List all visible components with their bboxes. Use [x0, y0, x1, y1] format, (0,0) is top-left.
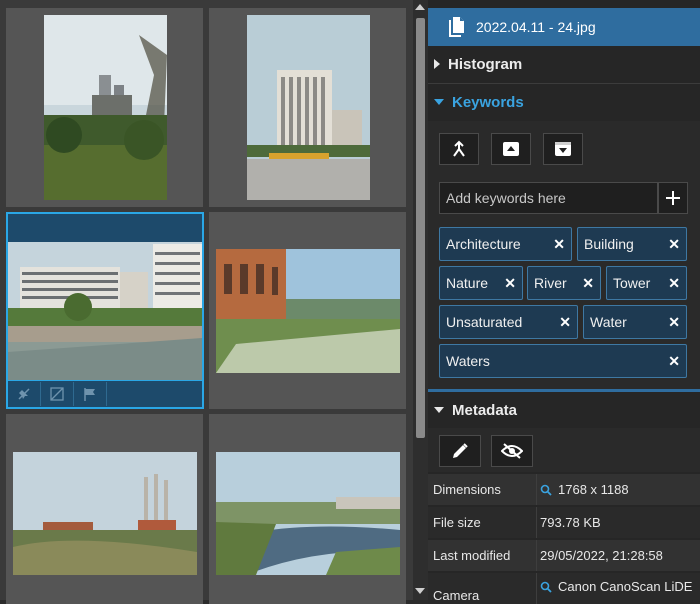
tag-label: Water — [590, 314, 627, 330]
thumbnail-image — [247, 15, 370, 200]
remove-tag-icon[interactable]: ✕ — [504, 275, 516, 292]
remove-tag-icon[interactable]: ✕ — [668, 236, 680, 253]
metadata-key: Last modified — [433, 548, 511, 563]
metadata-value: 29/05/2022, 21:28:58 — [540, 548, 663, 563]
keyword-tag[interactable]: Tower ✕ — [606, 266, 687, 300]
metadata-value: 1768 x 1188 — [558, 482, 629, 497]
caret-down-icon — [434, 99, 444, 105]
add-keyword-button[interactable] — [658, 182, 688, 214]
tag-label: Tower — [613, 275, 651, 291]
remove-tag-icon[interactable]: ✕ — [553, 236, 565, 253]
flag-icon — [84, 388, 95, 401]
thumbnail-tile[interactable] — [6, 414, 203, 604]
keyword-tag[interactable]: Water ✕ — [583, 305, 687, 339]
column-separator — [536, 474, 537, 505]
keyword-input[interactable] — [439, 182, 658, 214]
scroll-up-icon[interactable] — [415, 4, 425, 10]
column-separator — [536, 540, 537, 571]
thumbnail-tile[interactable] — [209, 414, 406, 604]
search-icon[interactable] — [540, 581, 552, 593]
edit-metadata-button[interactable] — [439, 435, 481, 467]
metadata-row: Dimensions 1768 x 1188 — [428, 474, 700, 505]
thumbnail-tile-selected[interactable] — [6, 212, 204, 409]
keyword-tag[interactable]: Unsaturated ✕ — [439, 305, 578, 339]
tag-label: Waters — [446, 353, 490, 369]
caret-right-icon — [434, 59, 440, 69]
thumbnail-image — [216, 249, 400, 373]
tag-label: Building — [584, 236, 634, 252]
thumbnail-image — [44, 15, 167, 200]
thumbnail-toolbar — [8, 380, 202, 407]
file-header: 2022.04.11 - 24.jpg — [428, 8, 700, 46]
upload-keywords-button[interactable] — [491, 133, 531, 165]
download-box-icon — [555, 142, 571, 156]
metadata-value: 793.78 KB — [540, 515, 601, 530]
section-keywords[interactable]: Keywords — [428, 84, 700, 120]
tag-label: River — [534, 275, 567, 291]
file-name: 2022.04.11 - 24.jpg — [476, 19, 596, 35]
section-label: Metadata — [452, 401, 518, 419]
merge-keywords-button[interactable] — [439, 133, 479, 165]
color-label-button[interactable] — [41, 382, 74, 406]
unpin-button[interactable] — [8, 382, 41, 406]
no-color-icon — [50, 387, 64, 401]
metadata-row: Camera Canon CanoScan LiDE — [428, 573, 700, 604]
metadata-value-cell: 793.78 KB — [536, 515, 700, 530]
metadata-value: Canon CanoScan LiDE — [558, 579, 693, 594]
thumbnail-image — [13, 452, 197, 575]
section-metadata[interactable]: Metadata — [428, 392, 700, 428]
keyword-tag[interactable]: Nature ✕ — [439, 266, 523, 300]
section-histogram[interactable]: Histogram — [428, 46, 700, 82]
plus-icon — [666, 191, 680, 205]
upload-box-icon — [503, 142, 519, 156]
section-label: Keywords — [452, 93, 524, 111]
merge-icon — [453, 140, 465, 157]
keyword-tag[interactable]: Architecture ✕ — [439, 227, 572, 261]
column-separator — [536, 573, 537, 604]
keyword-tag[interactable]: Building ✕ — [577, 227, 687, 261]
metadata-value-cell: Canon CanoScan LiDE — [536, 573, 700, 594]
thumbnail-image — [216, 452, 400, 575]
flag-button[interactable] — [74, 382, 107, 406]
remove-tag-icon[interactable]: ✕ — [668, 275, 680, 292]
pin-off-icon — [18, 388, 30, 400]
tag-label: Nature — [446, 275, 489, 291]
keyword-tag[interactable]: Waters ✕ — [439, 344, 687, 378]
scrollbar-thumb[interactable] — [416, 18, 425, 438]
thumbnail-image — [8, 242, 202, 382]
remove-tag-icon[interactable]: ✕ — [668, 314, 680, 331]
column-separator — [536, 507, 537, 538]
remove-tag-icon[interactable]: ✕ — [559, 314, 571, 331]
metadata-row: File size 793.78 KB — [428, 507, 700, 538]
thumbnail-tile[interactable] — [209, 212, 406, 409]
file-copy-icon — [449, 17, 464, 37]
thumbnail-grid — [0, 0, 413, 604]
search-icon[interactable] — [540, 484, 552, 496]
thumbnail-tile[interactable] — [209, 8, 406, 207]
metadata-key: Camera — [433, 588, 480, 603]
metadata-key: File size — [433, 515, 481, 530]
thumbnail-tile[interactable] — [6, 8, 203, 207]
metadata-row: Last modified 29/05/2022, 21:28:58 — [428, 540, 700, 571]
eye-off-icon — [501, 443, 523, 459]
grid-scrollbar[interactable] — [413, 0, 428, 600]
inspector-panel: 2022.04.11 - 24.jpg Histogram Keywords A… — [428, 0, 700, 604]
tag-label: Architecture — [446, 236, 521, 252]
metadata-key: Dimensions — [433, 482, 501, 497]
tag-label: Unsaturated — [446, 314, 523, 330]
metadata-value-cell: 29/05/2022, 21:28:58 — [536, 548, 700, 563]
pencil-icon — [453, 443, 468, 458]
caret-down-icon — [434, 407, 444, 413]
section-label: Histogram — [448, 55, 523, 73]
scroll-down-icon[interactable] — [415, 588, 425, 594]
keyword-tag[interactable]: River ✕ — [527, 266, 601, 300]
remove-tag-icon[interactable]: ✕ — [668, 353, 680, 370]
metadata-value-cell: 1768 x 1188 — [536, 482, 700, 497]
hide-metadata-button[interactable] — [491, 435, 533, 467]
remove-tag-icon[interactable]: ✕ — [582, 275, 594, 292]
download-keywords-button[interactable] — [543, 133, 583, 165]
